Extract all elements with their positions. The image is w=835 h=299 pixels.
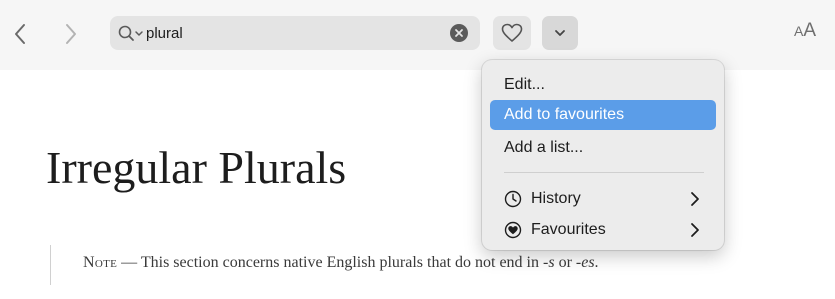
chevron-right-icon <box>691 192 699 206</box>
note-body: This section concerns native English plu… <box>140 254 543 271</box>
favourites-dropdown-menu: Edit... Add to favourites Add a list... … <box>482 60 724 250</box>
menu-item-edit[interactable]: Edit... <box>490 70 716 100</box>
clear-circle-icon <box>455 29 463 37</box>
menu-item-label: Add to favourites <box>504 106 625 123</box>
note-label: Note <box>83 254 118 271</box>
menu-item-add-to-favourites[interactable]: Add to favourites <box>490 100 716 130</box>
menu-item-label: History <box>531 190 581 207</box>
menu-item-label: Favourites <box>531 221 606 238</box>
chevron-down-icon <box>555 30 565 36</box>
search-field[interactable] <box>110 16 480 50</box>
note-dash: — <box>117 254 141 271</box>
chevron-right-icon <box>66 24 76 44</box>
menu-item-add-a-list[interactable]: Add a list... <box>490 133 716 163</box>
text-size-button[interactable]: AA <box>794 20 816 48</box>
search-icon[interactable] <box>117 24 147 44</box>
heart-outline-icon <box>501 23 523 42</box>
menu-item-favourites[interactable]: Favourites <box>490 215 716 245</box>
chevron-left-icon <box>15 24 25 44</box>
note-text: Note — This section concerns native Engl… <box>83 254 599 272</box>
note-suffix-s: -s <box>543 254 555 271</box>
text-size-large-label: A <box>803 20 817 41</box>
text-size-small-label: A <box>794 23 804 39</box>
chevron-right-icon <box>691 223 699 237</box>
favourite-button[interactable] <box>493 16 531 50</box>
note-end: . <box>594 254 599 271</box>
forward-button[interactable] <box>57 18 85 50</box>
menu-item-label: Add a list... <box>504 139 584 156</box>
favourites-menu-button[interactable] <box>542 16 578 50</box>
search-input[interactable] <box>146 21 426 45</box>
note-suffix-es: -es <box>575 254 595 271</box>
clear-search-button[interactable] <box>450 24 468 42</box>
heart-filled-circle-icon <box>504 221 522 239</box>
dictionary-window: AA Irregular Plurals Note — This section… <box>0 0 835 299</box>
menu-separator <box>504 172 704 173</box>
note-or: or <box>554 254 576 271</box>
clock-icon <box>504 190 522 208</box>
menu-item-label: Edit... <box>504 76 545 93</box>
menu-item-history[interactable]: History <box>490 184 716 214</box>
article-title: Irregular Plurals <box>46 142 347 193</box>
back-button[interactable] <box>6 18 34 50</box>
